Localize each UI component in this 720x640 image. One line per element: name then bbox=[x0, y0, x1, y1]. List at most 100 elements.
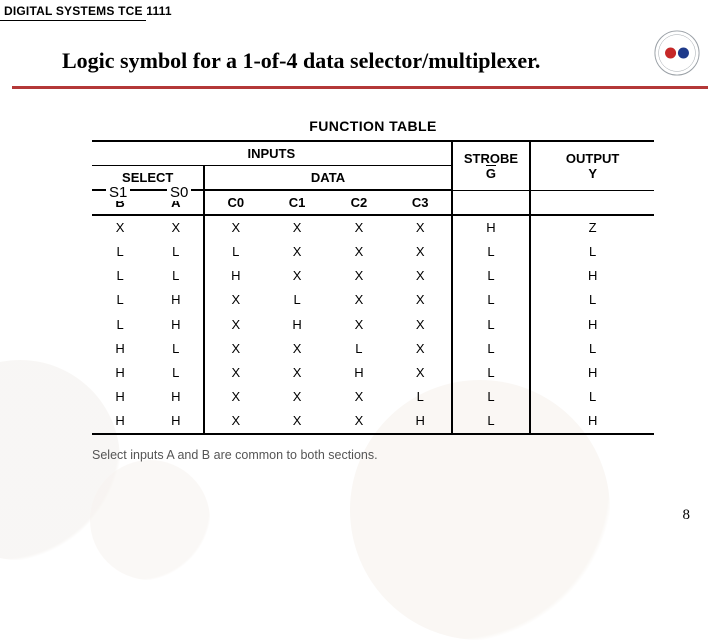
table-row: HLXXHXLH bbox=[92, 361, 654, 385]
table-cell: X bbox=[204, 215, 266, 240]
header-data: DATA bbox=[204, 166, 451, 191]
table-cell: H bbox=[204, 264, 266, 288]
table-cell: H bbox=[530, 313, 654, 337]
header-inputs: INPUTS bbox=[92, 141, 452, 166]
table-cell: L bbox=[204, 240, 266, 264]
col-c3: C3 bbox=[390, 190, 452, 215]
table-cell: H bbox=[530, 361, 654, 385]
table-cell: L bbox=[148, 337, 204, 361]
table-cell: L bbox=[452, 240, 531, 264]
table-cell: X bbox=[204, 385, 266, 409]
table-cell: X bbox=[204, 337, 266, 361]
table-row: HHXXXLLL bbox=[92, 385, 654, 409]
table-row: LLHXXXLH bbox=[92, 264, 654, 288]
col-c2: C2 bbox=[328, 190, 390, 215]
table-cell: X bbox=[266, 264, 328, 288]
table-cell: L bbox=[92, 313, 148, 337]
col-c0: C0 bbox=[204, 190, 266, 215]
table-cell: X bbox=[390, 361, 452, 385]
header-y: Y bbox=[588, 166, 597, 181]
table-cell: L bbox=[92, 288, 148, 312]
table-cell: X bbox=[328, 409, 390, 434]
table-cell: L bbox=[148, 240, 204, 264]
table-cell: L bbox=[148, 361, 204, 385]
table-cell: H bbox=[328, 361, 390, 385]
table-cell: X bbox=[266, 215, 328, 240]
table-cell: X bbox=[266, 240, 328, 264]
table-cell: X bbox=[328, 215, 390, 240]
col-c1: C1 bbox=[266, 190, 328, 215]
course-code-underline bbox=[0, 20, 146, 21]
table-cell: L bbox=[530, 288, 654, 312]
course-code: DIGITAL SYSTEMS TCE 1111 bbox=[4, 4, 172, 18]
table-cell: H bbox=[148, 313, 204, 337]
table-cell: L bbox=[452, 385, 531, 409]
g-overbar: G bbox=[486, 166, 496, 181]
header-output: OUTPUT Y bbox=[530, 141, 654, 190]
table-cell: H bbox=[266, 313, 328, 337]
table-cell: X bbox=[328, 313, 390, 337]
function-table: FUNCTION TABLE INPUTS STROBE G OUTPUT Y … bbox=[92, 118, 654, 435]
table-cell: H bbox=[92, 385, 148, 409]
table-cell: L bbox=[390, 385, 452, 409]
table-cell: L bbox=[92, 264, 148, 288]
table-cell: L bbox=[148, 264, 204, 288]
table-cell: X bbox=[266, 337, 328, 361]
col-y bbox=[530, 190, 654, 215]
table-cell: X bbox=[390, 337, 452, 361]
table-row: XXXXXXHZ bbox=[92, 215, 654, 240]
table-cell: Z bbox=[530, 215, 654, 240]
table-cell: L bbox=[452, 337, 531, 361]
table-title: FUNCTION TABLE bbox=[92, 118, 654, 134]
table-cell: X bbox=[328, 385, 390, 409]
table-cell: X bbox=[390, 240, 452, 264]
table-cell: X bbox=[390, 215, 452, 240]
table-cell: H bbox=[92, 337, 148, 361]
table-cell: X bbox=[266, 361, 328, 385]
title-underline bbox=[12, 86, 708, 89]
table-cell: L bbox=[452, 361, 531, 385]
table-row: HLXXLXLL bbox=[92, 337, 654, 361]
table-row: HHXXXHLH bbox=[92, 409, 654, 434]
table-cell: X bbox=[390, 264, 452, 288]
table-cell: L bbox=[452, 264, 531, 288]
table-row: LHXHXXLH bbox=[92, 313, 654, 337]
table-cell: X bbox=[328, 288, 390, 312]
institution-logo bbox=[654, 30, 700, 76]
table-cell: L bbox=[266, 288, 328, 312]
table-cell: L bbox=[452, 313, 531, 337]
table-cell: H bbox=[92, 361, 148, 385]
table-cell: H bbox=[148, 288, 204, 312]
header-output-label: OUTPUT bbox=[566, 151, 619, 166]
table-cell: X bbox=[92, 215, 148, 240]
table-cell: H bbox=[452, 215, 531, 240]
bg-circle bbox=[90, 460, 210, 580]
table-cell: L bbox=[530, 385, 654, 409]
table-cell: X bbox=[204, 313, 266, 337]
table-cell: X bbox=[328, 240, 390, 264]
table-row: LHXLXXLL bbox=[92, 288, 654, 312]
table-cell: L bbox=[92, 240, 148, 264]
table-cell: X bbox=[390, 288, 452, 312]
header-strobe-label: STROBE bbox=[464, 151, 518, 166]
table-cell: L bbox=[530, 240, 654, 264]
table-cell: L bbox=[452, 409, 531, 434]
table-cell: X bbox=[266, 409, 328, 434]
table-cell: L bbox=[452, 288, 531, 312]
col-g bbox=[452, 190, 531, 215]
table-cell: H bbox=[148, 409, 204, 434]
table-cell: H bbox=[390, 409, 452, 434]
table-cell: H bbox=[530, 264, 654, 288]
page-number: 8 bbox=[683, 507, 691, 524]
table-cell: L bbox=[328, 337, 390, 361]
table-cell: X bbox=[148, 215, 204, 240]
table-cell: H bbox=[92, 409, 148, 434]
table-cell: X bbox=[204, 409, 266, 434]
page-title: Logic symbol for a 1-of-4 data selector/… bbox=[62, 48, 540, 74]
override-s1-label: S1 bbox=[106, 184, 130, 201]
table-cell: X bbox=[390, 313, 452, 337]
table-cell: L bbox=[530, 337, 654, 361]
table-cell: X bbox=[204, 361, 266, 385]
table-cell: X bbox=[328, 264, 390, 288]
table-row: LLLXXXLL bbox=[92, 240, 654, 264]
